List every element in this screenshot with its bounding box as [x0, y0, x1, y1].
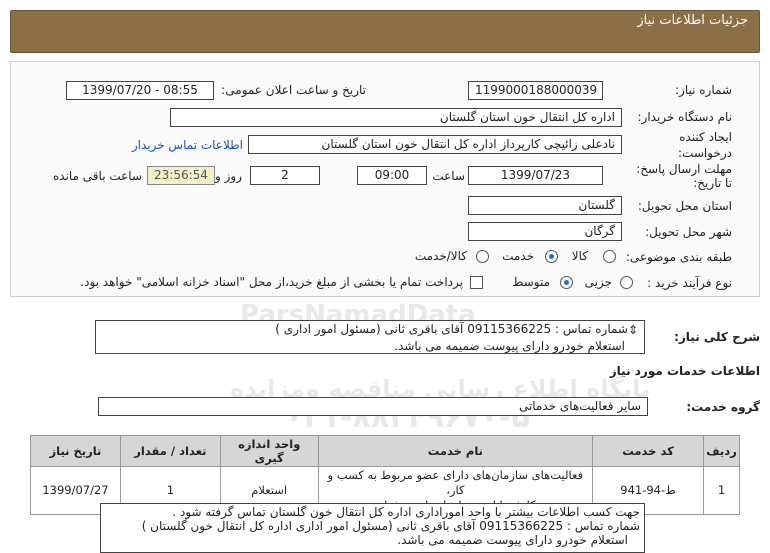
province-label: استان محل تحویل: [637, 199, 732, 213]
cell-row-number: 1 [702, 466, 741, 515]
service-name-line-1: فعالیت‌های سازمان‌های دارای عضو مربوط به… [327, 468, 584, 497]
buyer-field[interactable]: اداره کل انتقال خون استان گلستان [170, 108, 622, 127]
treasury-checkbox[interactable] [470, 276, 483, 289]
city-label: شهر محل تحویل: [645, 225, 732, 239]
process-radio-medium[interactable] [560, 276, 573, 289]
col-quantity: تعداد / مقدار [119, 435, 221, 467]
need-number-field[interactable]: 1199000188000039 [468, 81, 603, 100]
province-field[interactable]: گلستان [468, 196, 622, 215]
process-option-medium: متوسط [512, 275, 550, 289]
deadline-label-1: مهلت ارسال پاسخ: [636, 162, 732, 176]
buyer-label: نام دستگاه خریدار: [637, 110, 733, 124]
buyer-contact-link[interactable]: اطلاعات تماس خریدار [132, 138, 243, 152]
category-radio-goods-service[interactable] [476, 250, 489, 263]
process-option-minor: جزیی [584, 275, 612, 289]
category-option-service: خدمت [502, 249, 534, 263]
col-service-code: کد خدمت [592, 435, 704, 467]
treasury-note: پرداخت تمام یا بخشی از مبلغ خرید،از محل … [80, 275, 463, 289]
service-group-label: گروه خدمت: [686, 400, 760, 414]
category-option-goods: کالا [571, 249, 588, 263]
process-radio-minor[interactable] [620, 276, 633, 289]
col-need-date: تاریخ نیاز [30, 435, 121, 467]
category-radio-goods[interactable] [603, 250, 616, 263]
process-label: نوع فرآیند خرید : [647, 276, 732, 290]
announce-date-label: تاریخ و ساعت اعلان عمومی: [221, 83, 366, 97]
remaining-label: ساعت باقی مانده [52, 169, 142, 183]
description-line-2: استعلام خودرو دارای پیوست ضمیمه می باشد. [394, 339, 625, 353]
service-group-field[interactable]: سایر فعالیت‌های خدماتی [98, 397, 648, 416]
page-title: جزئیات اطلاعات نیاز [637, 13, 748, 28]
announce-date-field[interactable]: 1399/07/20 - 08:55 [66, 81, 214, 100]
deadline-label-2: تا تاریخ: [693, 176, 732, 190]
services-section-title: اطلاعات خدمات مورد نیاز [609, 364, 760, 378]
creator-field[interactable]: نادعلی زائیچی کارپرداز اداره کل انتقال خ… [248, 135, 622, 154]
deadline-time-field[interactable]: 09:00 [357, 166, 427, 185]
days-label: روز و [215, 169, 242, 183]
scroll-arrows-icon[interactable]: ⇕ [628, 323, 638, 337]
category-label: طبقه بندی موضوعی: [625, 250, 732, 264]
buyer-notes-line-2: شماره تماس : 09115366225 آقای باقری ثانی… [141, 519, 640, 533]
remaining-time-field: 23:56:54 [147, 166, 215, 185]
deadline-time-label: ساعت [432, 169, 465, 183]
category-radio-service[interactable] [545, 250, 558, 263]
description-line-1: شماره تماس : 09115366225 آقای باقری ثانی… [275, 322, 628, 336]
col-unit: واحد اندازه گیری [219, 435, 319, 467]
col-service-name: نام خدمت [317, 435, 594, 467]
category-option-goods-service: کالا/خدمت [414, 249, 467, 263]
days-field[interactable]: 2 [250, 166, 320, 185]
table-header-row: تاریخ نیاز تعداد / مقدار واحد اندازه گیر… [30, 435, 741, 467]
buyer-notes-line-1: جهت کسب اطلاعات بیشتر با واحد اموراداری … [172, 505, 640, 519]
creator-label-2: درخواست: [678, 146, 732, 160]
creator-label-1: ایجاد کننده [679, 130, 732, 144]
need-number-label: شماره نیاز: [675, 83, 732, 97]
city-field[interactable]: گرگان [468, 222, 622, 241]
description-label: شرح کلی نیاز: [674, 330, 760, 344]
deadline-date-field[interactable]: 1399/07/23 [468, 166, 603, 185]
col-row: ردیف [702, 435, 741, 467]
